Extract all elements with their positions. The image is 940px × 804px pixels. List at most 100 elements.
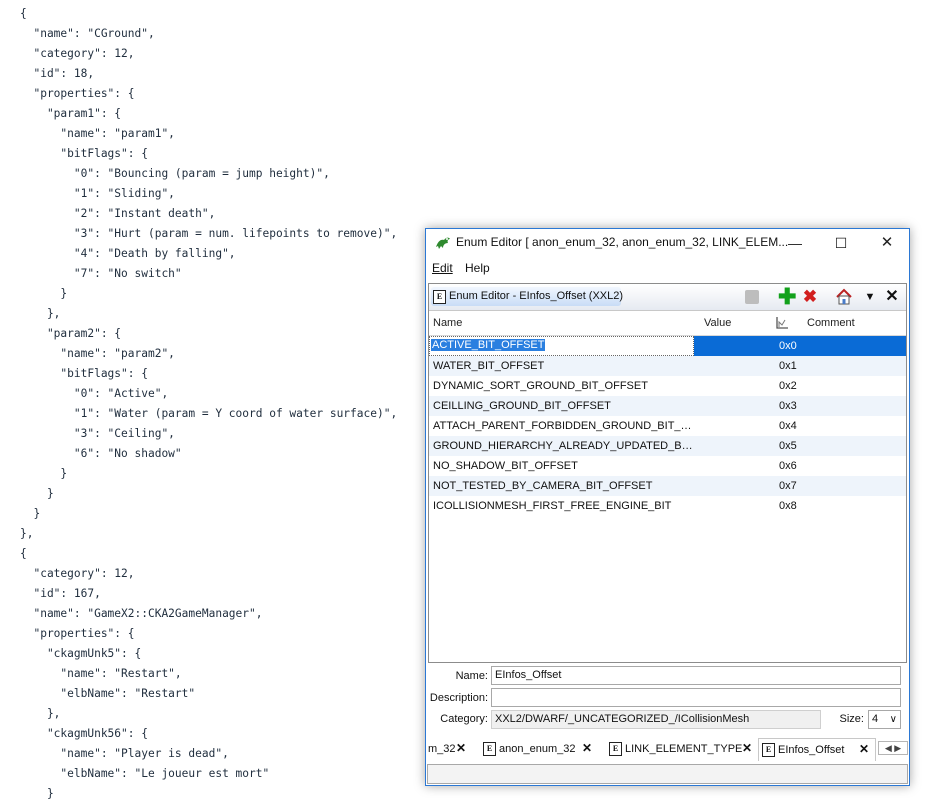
tab-einfos-offset[interactable]: E EInfos_Offset ✕ bbox=[758, 738, 876, 761]
table-row[interactable]: DYNAMIC_SORT_GROUND_BIT_OFFSET 0x2 bbox=[429, 376, 906, 396]
home-button[interactable] bbox=[835, 288, 853, 306]
tab-label: EInfos_Offset bbox=[778, 744, 845, 756]
menu-help[interactable]: Help bbox=[465, 261, 490, 275]
code-line: "name": "GameX2::CKA2GameManager", bbox=[20, 607, 263, 620]
code-line: "bitFlags": { bbox=[20, 367, 148, 380]
code-line: "0": "Active", bbox=[20, 387, 169, 400]
cell-name-text: ACTIVE_BIT_OFFSET bbox=[431, 339, 546, 351]
cell-name[interactable]: NOT_TESTED_BY_CAMERA_BIT_OFFSET bbox=[433, 480, 695, 492]
table-row[interactable]: WATER_BIT_OFFSET 0x1 bbox=[429, 356, 906, 376]
tab-label: m_32 bbox=[428, 743, 456, 755]
code-line: "0": "Bouncing (param = jump height)", bbox=[20, 167, 330, 180]
code-line: "7": "No switch" bbox=[20, 267, 182, 280]
enum-doc-icon: E bbox=[762, 743, 775, 757]
tab-scroll-buttons[interactable]: ◀ ▶ bbox=[878, 741, 908, 755]
code-line: "param2": { bbox=[20, 327, 122, 340]
panel-close-button[interactable]: ✕ bbox=[883, 288, 901, 306]
table-row[interactable]: NO_SHADOW_BIT_OFFSET 0x6 bbox=[429, 456, 906, 476]
code-line: "4": "Death by falling", bbox=[20, 247, 236, 260]
tab-m-32[interactable]: m_32 ✕ bbox=[426, 738, 476, 760]
category-label: Category: bbox=[440, 713, 488, 725]
cell-value[interactable]: 0x3 bbox=[779, 400, 797, 412]
table-row[interactable]: ACTIVE_BIT_OFFSET 0x0 bbox=[429, 336, 906, 356]
close-button[interactable]: ✕ bbox=[864, 229, 910, 257]
title-bar[interactable]: Enum Editor [ anon_enum_32, anon_enum_32… bbox=[426, 229, 909, 257]
code-line: "id": 167, bbox=[20, 587, 101, 600]
code-line: { bbox=[20, 7, 27, 20]
code-line: "ckagmUnk5": { bbox=[20, 647, 142, 660]
code-line: } bbox=[20, 467, 68, 480]
cell-value[interactable]: 0x8 bbox=[779, 500, 797, 512]
name-field[interactable]: EInfos_Offset bbox=[491, 666, 901, 685]
status-bar bbox=[427, 764, 908, 784]
save-icon bbox=[745, 290, 759, 304]
code-line: }, bbox=[20, 527, 34, 540]
tab-bar: m_32 ✕ Eanon_enum_32 ✕ E LINK_ELEMENT_TYPE ✕ E E… bbox=[426, 735, 909, 761]
code-line: "3": "Hurt (param = num. lifepoints to r… bbox=[20, 227, 398, 240]
table-row[interactable]: CEILLING_GROUND_BIT_OFFSET 0x3 bbox=[429, 396, 906, 416]
maximize-button[interactable]: ☐ bbox=[818, 229, 864, 257]
column-comment[interactable]: Comment bbox=[807, 317, 855, 329]
column-name[interactable]: Name bbox=[433, 317, 462, 329]
code-line: "category": 12, bbox=[20, 567, 135, 580]
tab-link-element-type[interactable]: E LINK_ELEMENT_TYPE ✕ bbox=[606, 738, 756, 760]
code-line: }, bbox=[20, 707, 61, 720]
cell-value[interactable]: 0x7 bbox=[779, 480, 797, 492]
dragon-app-icon bbox=[436, 237, 450, 249]
code-line: "name": "param2", bbox=[20, 347, 175, 360]
code-line: "name": "CGround", bbox=[20, 27, 155, 40]
tab-close-icon[interactable]: ✕ bbox=[582, 741, 592, 755]
code-line: } bbox=[20, 787, 54, 800]
cell-name[interactable]: NO_SHADOW_BIT_OFFSET bbox=[433, 460, 695, 472]
dropdown-icon[interactable]: ▼ bbox=[861, 288, 879, 306]
cell-value[interactable]: 0x5 bbox=[779, 440, 797, 452]
remove-entry-button[interactable]: ✖ bbox=[801, 288, 819, 306]
size-value: 4 bbox=[872, 713, 879, 725]
table-row[interactable]: GROUND_HIERARCHY_ALREADY_UPDATED_BIT_O..… bbox=[429, 436, 906, 456]
code-line: "name": "Restart", bbox=[20, 667, 182, 680]
code-line: } bbox=[20, 287, 68, 300]
menu-edit[interactable]: Edit bbox=[432, 261, 453, 275]
tab-close-icon[interactable]: ✕ bbox=[456, 741, 466, 755]
size-select[interactable]: 4 ∨ bbox=[868, 710, 901, 729]
cell-name[interactable]: WATER_BIT_OFFSET bbox=[433, 360, 695, 372]
table-row[interactable]: ICOLLISIONMESH_FIRST_FREE_ENGINE_BIT 0x8 bbox=[429, 496, 906, 516]
cell-name[interactable]: GROUND_HIERARCHY_ALREADY_UPDATED_BIT_O..… bbox=[433, 440, 695, 452]
code-line: "3": "Ceiling", bbox=[20, 427, 175, 440]
tab-anon-enum-32[interactable]: Eanon_enum_32 ✕ bbox=[480, 738, 598, 760]
tab-label: LINK_ELEMENT_TYPE bbox=[625, 743, 743, 755]
table-row[interactable]: ATTACH_PARENT_FORBIDDEN_GROUND_BIT_OFF..… bbox=[429, 416, 906, 436]
add-entry-button[interactable]: ✚ bbox=[778, 286, 796, 308]
column-value[interactable]: Value bbox=[704, 317, 731, 329]
save-button[interactable] bbox=[743, 288, 761, 306]
cell-value[interactable]: 0x0 bbox=[779, 340, 797, 352]
window-title: Enum Editor [ anon_enum_32, anon_enum_32… bbox=[456, 235, 789, 249]
menu-bar: Edit Help bbox=[426, 257, 909, 279]
cell-name[interactable]: ACTIVE_BIT_OFFSET bbox=[429, 336, 694, 356]
cell-name[interactable]: ICOLLISIONMESH_FIRST_FREE_ENGINE_BIT bbox=[433, 500, 695, 512]
enum-doc-icon: E bbox=[609, 742, 622, 756]
cell-name[interactable]: ATTACH_PARENT_FORBIDDEN_GROUND_BIT_OFF..… bbox=[433, 420, 695, 432]
code-line: "name": "Player is dead", bbox=[20, 747, 229, 760]
code-line: "1": "Water (param = Y coord of water su… bbox=[20, 407, 398, 420]
code-line: "ckagmUnk56": { bbox=[20, 727, 148, 740]
table-row[interactable]: NOT_TESTED_BY_CAMERA_BIT_OFFSET 0x7 bbox=[429, 476, 906, 496]
cell-value[interactable]: 0x1 bbox=[779, 360, 797, 372]
cell-name[interactable]: DYNAMIC_SORT_GROUND_BIT_OFFSET bbox=[433, 380, 695, 392]
code-line: "name": "param1", bbox=[20, 127, 175, 140]
minimize-button[interactable]: — bbox=[772, 229, 818, 257]
cell-value[interactable]: 0x4 bbox=[779, 420, 797, 432]
tab-close-icon[interactable]: ✕ bbox=[859, 742, 869, 756]
code-line: "properties": { bbox=[20, 627, 135, 640]
code-line: }, bbox=[20, 307, 61, 320]
code-line: "elbName": "Restart" bbox=[20, 687, 196, 700]
description-field[interactable] bbox=[491, 688, 901, 707]
cell-name[interactable]: CEILLING_GROUND_BIT_OFFSET bbox=[433, 400, 695, 412]
code-line: "1": "Sliding", bbox=[20, 187, 175, 200]
code-line: "param1": { bbox=[20, 107, 122, 120]
tab-close-icon[interactable]: ✕ bbox=[742, 741, 752, 755]
sort-icon[interactable] bbox=[775, 316, 789, 330]
cell-value[interactable]: 0x2 bbox=[779, 380, 797, 392]
code-line: "elbName": "Le joueur est mort" bbox=[20, 767, 270, 780]
cell-value[interactable]: 0x6 bbox=[779, 460, 797, 472]
